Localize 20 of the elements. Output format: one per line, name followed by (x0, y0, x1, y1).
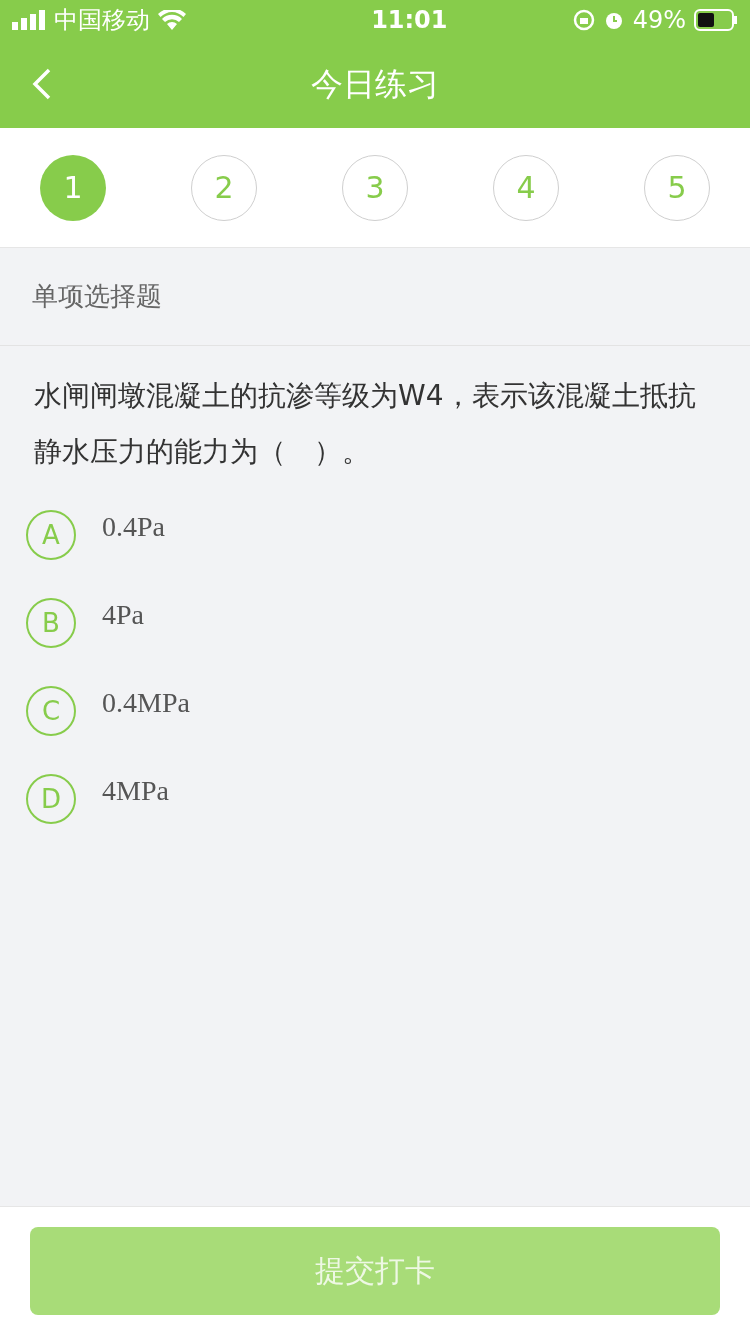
question-number[interactable]: 5 (644, 154, 710, 221)
question-number[interactable]: 1 (40, 154, 106, 221)
battery-percent: 49% (632, 5, 686, 36)
carrier-name: 中国移动 (54, 5, 150, 36)
answer-option[interactable]: A 0.4Pa (26, 510, 724, 560)
question-number[interactable]: 2 (191, 154, 257, 221)
question-number[interactable]: 4 (493, 154, 559, 221)
answer-option[interactable]: D 4MPa (26, 774, 724, 824)
back-icon (32, 68, 52, 100)
question-number[interactable]: 3 (342, 154, 408, 221)
battery-icon (694, 9, 738, 31)
wifi-icon (158, 10, 186, 30)
status-time: 11:01 (371, 5, 448, 36)
answer-option[interactable]: C 0.4MPa (26, 686, 724, 736)
rotation-lock-icon (572, 9, 595, 31)
signal-icon (12, 10, 46, 30)
section-title: 单项选择题 (32, 280, 162, 313)
page-title: 今日练习 (311, 64, 439, 105)
question-text: 水闸闸墩混凝土的抗渗等级为W4，表示该混凝土抵抗静水压力的能力为（ ）。 (33, 378, 697, 470)
answer-option[interactable]: B 4Pa (26, 598, 724, 648)
